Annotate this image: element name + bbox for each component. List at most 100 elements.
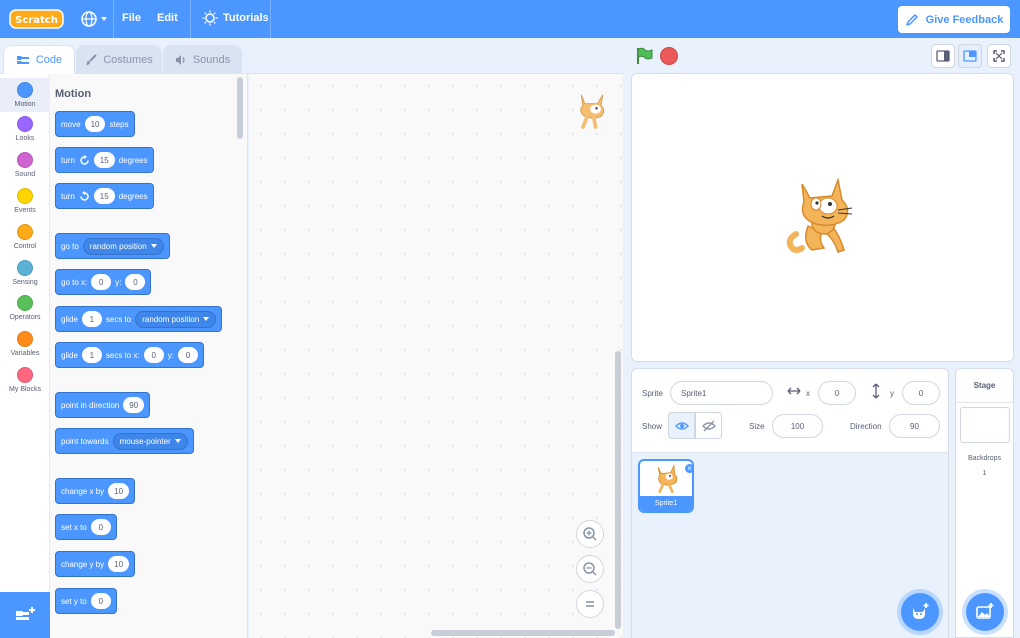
show-label: Show — [642, 422, 663, 431]
block-dropdown[interactable]: random position — [135, 310, 217, 328]
category-my-blocks[interactable]: My Blocks — [0, 367, 50, 393]
tab-code[interactable]: Code — [3, 45, 75, 74]
choose-sprite-button[interactable] — [901, 593, 939, 631]
zoom-out-button[interactable] — [576, 555, 604, 583]
block-number-input[interactable]: 10 — [108, 556, 130, 572]
zoom-in-icon — [583, 527, 597, 541]
zoom-reset-button[interactable] — [576, 590, 604, 618]
cat-sprite[interactable] — [782, 176, 864, 260]
y-position-input[interactable]: 0 — [902, 381, 940, 405]
block-dropdown[interactable]: mouse-pointer — [112, 432, 188, 450]
direction-label: Direction — [850, 422, 882, 431]
show-sprite-button[interactable] — [668, 412, 695, 439]
script-vertical-scrollbar[interactable] — [615, 351, 621, 629]
block-number-input[interactable]: 1 — [81, 347, 102, 363]
sprite-name-input[interactable]: Sprite1 — [670, 381, 773, 405]
category-events[interactable]: Events — [0, 188, 50, 214]
block-number-input[interactable]: 15 — [93, 152, 115, 168]
x-arrows-icon — [787, 386, 801, 399]
script-area[interactable] — [249, 73, 623, 638]
add-extension-button[interactable] — [0, 592, 50, 638]
rotate-right-icon — [79, 154, 90, 166]
change-x-block[interactable]: change x by 10 — [55, 478, 136, 504]
edit-menu[interactable]: Edit — [157, 12, 178, 24]
category-dot — [17, 295, 33, 311]
stage-canvas[interactable] — [631, 73, 1014, 362]
fullscreen-icon — [993, 50, 1005, 62]
category-sound[interactable]: Sound — [0, 152, 50, 178]
tutorials-button[interactable]: Tutorials — [202, 10, 269, 26]
size-input[interactable]: 100 — [772, 414, 823, 438]
backdrops-label: Backdrops — [967, 455, 1002, 462]
tab-costumes[interactable]: Costumes — [76, 45, 162, 73]
block-number-input[interactable]: 0 — [177, 347, 198, 363]
block-number-input[interactable]: 15 — [93, 188, 115, 204]
block-number-input[interactable]: 0 — [90, 519, 111, 535]
block-number-input[interactable]: 10 — [84, 116, 106, 132]
block-number-input[interactable]: 1 — [81, 311, 102, 327]
block-text: degrees — [118, 155, 148, 165]
category-label: Looks — [15, 135, 35, 142]
category-control[interactable]: Control — [0, 224, 50, 250]
x-position-input[interactable]: 0 — [818, 381, 856, 405]
language-menu[interactable] — [80, 9, 110, 29]
large-stage-icon — [963, 50, 977, 62]
set-x-block[interactable]: set x to 0 — [55, 514, 117, 540]
give-feedback-label: Give Feedback — [925, 13, 1004, 26]
zoom-in-button[interactable] — [576, 520, 604, 548]
category-variables[interactable]: Variables — [0, 331, 50, 357]
sprite-pane: Sprite Sprite1 x 0 y 0 Show Size 100 Dir… — [631, 368, 949, 638]
category-sensing[interactable]: Sensing — [0, 260, 50, 286]
file-menu[interactable]: File — [122, 12, 141, 24]
block-number-input[interactable]: 10 — [108, 483, 130, 499]
block-number-input[interactable]: 0 — [125, 274, 146, 290]
give-feedback-button[interactable]: Give Feedback — [898, 6, 1010, 33]
scratch-logo[interactable]: Scratch — [9, 9, 64, 29]
point-towards-block[interactable]: point towards mouse-pointer — [55, 428, 194, 454]
delete-sprite-button[interactable]: × — [684, 463, 692, 474]
block-number-input[interactable]: 90 — [123, 397, 145, 413]
turn-left-block[interactable]: turn 15 degrees — [55, 183, 154, 209]
point-in-direction-block[interactable]: point in direction 90 — [55, 392, 151, 418]
equals-icon — [586, 601, 594, 607]
glide-to-xy-block[interactable]: glide 1 secs to x: 0 y: 0 — [55, 342, 204, 368]
go-to-xy-block[interactable]: go to x: 0 y: 0 — [55, 269, 152, 295]
green-flag-button[interactable] — [634, 46, 654, 66]
palette-scrollbar[interactable] — [237, 77, 243, 139]
x-label: x — [806, 389, 810, 398]
small-stage-button[interactable] — [931, 44, 955, 68]
script-horizontal-scrollbar[interactable] — [431, 630, 615, 636]
block-number-input[interactable]: 0 — [90, 593, 111, 609]
tab-sounds-label: Sounds — [192, 53, 231, 66]
stop-button[interactable] — [660, 47, 678, 65]
glide-to-block[interactable]: glide 1 secs to random position — [55, 306, 223, 332]
category-looks[interactable]: Looks — [0, 116, 50, 142]
rotate-left-icon — [79, 190, 90, 202]
block-text: point in direction — [61, 400, 120, 410]
category-motion[interactable]: Motion — [0, 78, 50, 112]
set-y-block[interactable]: set y to 0 — [55, 588, 117, 614]
small-stage-icon — [936, 50, 950, 62]
block-text: turn — [61, 191, 75, 201]
stage-target-pane[interactable]: Stage Backdrops 1 — [955, 368, 1014, 638]
block-number-input[interactable]: 0 — [143, 347, 164, 363]
hide-sprite-button[interactable] — [695, 412, 722, 439]
turn-right-block[interactable]: turn 15 degrees — [55, 147, 154, 173]
block-text: change x by — [61, 486, 105, 496]
choose-backdrop-button[interactable] — [966, 593, 1004, 631]
fullscreen-button[interactable] — [987, 44, 1011, 68]
tab-sounds[interactable]: Sounds — [163, 45, 242, 73]
large-stage-button[interactable] — [958, 44, 982, 68]
category-operators[interactable]: Operators — [0, 295, 50, 321]
direction-input[interactable]: 90 — [889, 414, 940, 438]
block-dropdown[interactable]: random position — [82, 237, 164, 255]
sprite-thumbnail[interactable]: Sprite1 × — [638, 459, 694, 513]
menu-divider — [113, 0, 114, 38]
block-number-input[interactable]: 0 — [91, 274, 112, 290]
change-y-block[interactable]: change y by 10 — [55, 551, 136, 577]
move-steps-block[interactable]: move 10 steps — [55, 111, 135, 137]
go-to-block[interactable]: go to random position — [55, 233, 170, 259]
backdrop-thumbnail[interactable] — [960, 407, 1010, 443]
globe-icon — [81, 11, 97, 27]
chevron-down-icon — [203, 317, 210, 321]
